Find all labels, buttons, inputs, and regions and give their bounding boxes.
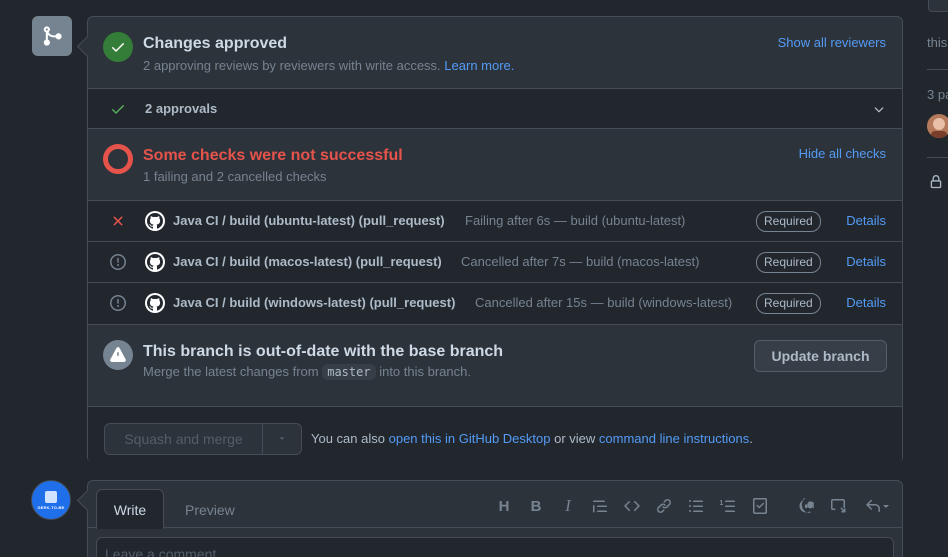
show-all-reviewers-link[interactable]: Show all reviewers [778,35,886,50]
squash-and-merge-button[interactable]: Squash and merge [105,424,262,454]
reply-icon[interactable] [863,497,891,515]
base-branch-name: master [322,364,376,380]
out-of-date-text-after: into this branch. [379,364,471,379]
hide-all-checks-link[interactable]: Hide all checks [799,146,886,161]
command-line-link[interactable]: command line instructions [599,431,749,446]
check-description: Cancelled after 15s — build (windows-lat… [475,295,733,310]
caret-down-icon [277,430,287,448]
merge-options-dropdown[interactable] [262,424,301,454]
merge-note-prefix: You can also [311,431,385,446]
sidebar-divider [927,69,948,70]
task-list-icon[interactable] [751,497,769,515]
participant-avatar[interactable] [927,114,948,138]
check-name: Java CI / build (ubuntu-latest) (pull_re… [173,213,445,228]
failing-ring-icon [103,144,133,174]
unordered-list-icon[interactable] [687,497,705,515]
comment-textarea[interactable]: Leave a comment [96,537,894,557]
check-description: Cancelled after 7s — build (macos-latest… [461,254,700,269]
out-of-date-text-before: Merge the latest changes from [143,364,319,379]
squash-merge-group: Squash and merge [104,423,302,455]
checks-title: Some checks were not successful [143,147,403,164]
approvals-toggle[interactable]: 2 approvals [88,89,902,129]
required-badge: Required [756,211,821,232]
cross-reference-icon[interactable] [829,497,847,515]
comment-box: Write Preview H B I Leave a comment [87,480,903,557]
check-row: Java CI / build (macos-latest) (pull_req… [88,242,902,283]
skip-circle-icon [110,254,126,270]
github-logo-icon [145,211,165,231]
required-badge: Required [756,252,821,273]
github-logo-icon [145,293,165,313]
out-of-date-subtitle: Merge the latest changes from master int… [143,364,471,380]
chevron-down-icon[interactable] [872,102,886,121]
ordered-list-icon[interactable] [719,497,737,515]
check-circle-icon [103,32,133,62]
approvals-label: 2 approvals [145,101,218,116]
avatar-logo-icon [45,490,57,503]
avatar[interactable]: GEEK-TO-BE [31,480,71,520]
quote-icon[interactable] [591,497,609,515]
update-branch-button[interactable]: Update branch [754,340,887,372]
check-icon [110,101,126,122]
tab-write[interactable]: Write [96,489,164,529]
checks-subtitle: 1 failing and 2 cancelled checks [143,169,327,184]
skip-circle-icon [110,295,126,311]
tab-preview[interactable]: Preview [185,502,235,518]
x-icon [110,213,126,229]
check-row: Java CI / build (windows-latest) (pull_r… [88,283,902,325]
avatar-label: GEEK-TO-BE [37,504,65,510]
approved-title: Changes approved [143,35,288,52]
out-of-date-section: This branch is out-of-date with the base… [88,325,902,407]
check-row: Java CI / build (ubuntu-latest) (pull_re… [88,201,902,242]
required-badge: Required [756,293,821,314]
link-icon[interactable] [655,497,673,515]
sidebar-participants-label: 3 pa [927,87,948,102]
merge-note-suffix: . [749,431,753,446]
github-logo-icon [145,252,165,272]
check-name: Java CI / build (windows-latest) (pull_r… [173,295,456,310]
mention-icon[interactable] [797,497,815,515]
bold-icon[interactable]: B [527,497,545,515]
sidebar-text: this [927,35,948,50]
check-name: Java CI / build (macos-latest) (pull_req… [173,254,442,269]
learn-more-link[interactable]: Learn more. [444,58,514,73]
github-desktop-link[interactable]: open this in GitHub Desktop [389,431,551,446]
alert-icon [103,340,133,370]
comment-tabbar: Write Preview H B I [88,481,902,529]
code-icon[interactable] [623,497,641,515]
lock-icon [929,174,943,195]
git-merge-icon [32,16,72,56]
check-description: Failing after 6s — build (ubuntu-latest) [465,213,686,228]
sidebar-divider [927,157,948,158]
details-link[interactable]: Details [846,254,886,269]
heading-icon[interactable]: H [495,497,513,515]
out-of-date-title: This branch is out-of-date with the base… [143,343,504,360]
sidebar-button[interactable] [928,0,948,12]
approved-subtitle: 2 approving reviews by reviewers with wr… [143,58,514,73]
details-link[interactable]: Details [846,295,886,310]
merge-section: Squash and merge You can also open this … [88,407,902,464]
approved-section: Changes approved 2 approving reviews by … [88,17,902,89]
approved-subtitle-text: 2 approving reviews by reviewers with wr… [143,58,441,73]
merge-note-middle: or view [554,431,596,446]
checks-section: Some checks were not successful 1 failin… [88,129,902,201]
details-link[interactable]: Details [846,213,886,228]
merge-box: Changes approved 2 approving reviews by … [87,16,903,464]
italic-icon[interactable]: I [559,496,577,515]
merge-note: You can also open this in GitHub Desktop… [311,431,753,446]
